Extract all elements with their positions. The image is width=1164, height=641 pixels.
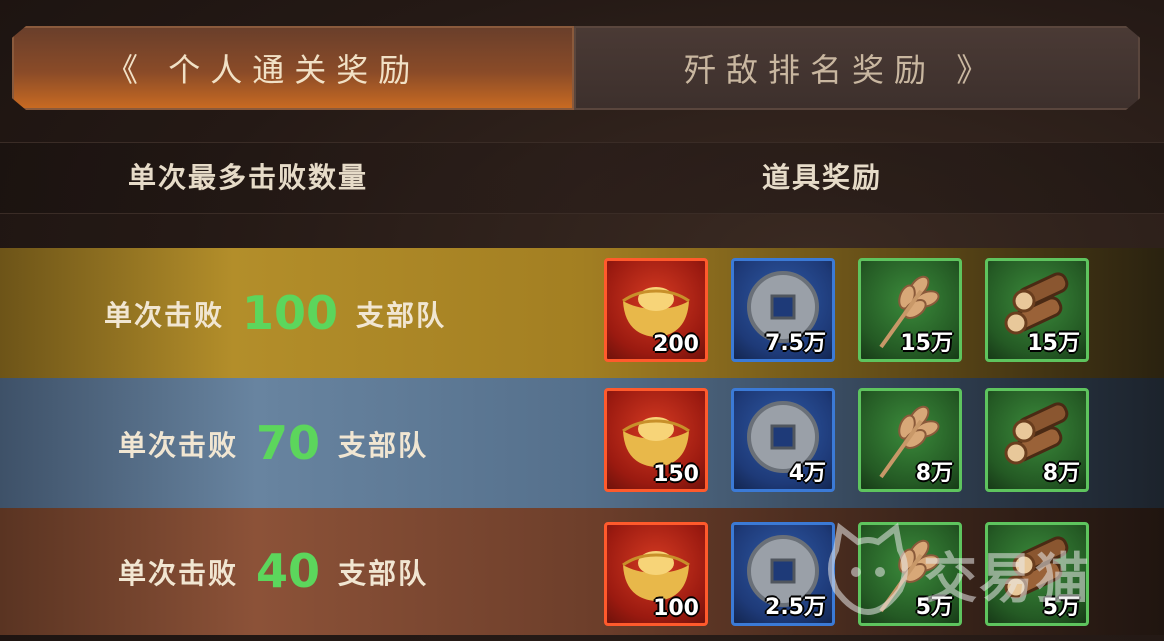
row-label: 单次击败 40 支部队	[118, 544, 429, 598]
reward-quantity: 8万	[915, 461, 953, 486]
reward-tabs: 《 个人通关奖励 歼敌排名奖励 》	[12, 26, 1140, 110]
reward-item[interactable]: 100	[604, 522, 708, 626]
reward-quantity: 15万	[1027, 331, 1080, 356]
kill-count: 40	[256, 544, 321, 598]
watermark: 交易猫	[818, 516, 1148, 626]
tab-personal-clear-rewards[interactable]: 《 个人通关奖励	[12, 26, 574, 110]
kill-count: 100	[242, 286, 339, 340]
reward-quantity: 8万	[1042, 461, 1080, 486]
reward-quantity: 7.5万	[765, 331, 826, 356]
tab-label: 歼敌排名奖励	[684, 51, 937, 89]
reward-item[interactable]: 15万	[985, 258, 1089, 362]
reward-item[interactable]: 7.5万	[731, 258, 835, 362]
table-header: 单次最多击败数量 道具奖励	[0, 142, 1164, 214]
watermark-text: 交易猫	[923, 547, 1091, 610]
reward-quantity: 100	[653, 596, 699, 621]
reward-row: 单次击败 70 支部队 150 4万 8万 8万	[0, 378, 1164, 508]
reward-row: 单次击败 100 支部队 200 7.5万 15万 15万	[0, 248, 1164, 378]
double-chevron-left-icon: 《	[106, 51, 149, 89]
cat-logo-icon	[828, 522, 908, 616]
header-item-rewards: 道具奖励	[762, 161, 883, 194]
row-label: 单次击败 70 支部队	[118, 416, 429, 470]
double-chevron-right-icon: 》	[956, 51, 999, 89]
header-max-kills: 单次最多击败数量	[128, 161, 369, 194]
reward-item[interactable]: 15万	[858, 258, 962, 362]
row-label: 单次击败 100 支部队	[104, 286, 447, 340]
reward-item[interactable]: 8万	[985, 388, 1089, 492]
reward-quantity: 2.5万	[765, 595, 826, 620]
reward-item[interactable]: 4万	[731, 388, 835, 492]
tab-kill-ranking-rewards[interactable]: 歼敌排名奖励 》	[574, 26, 1140, 110]
reward-quantity: 150	[653, 462, 699, 487]
reward-quantity: 4万	[788, 461, 826, 486]
tab-label: 个人通关奖励	[168, 51, 421, 89]
reward-item[interactable]: 200	[604, 258, 708, 362]
reward-quantity: 15万	[900, 331, 953, 356]
reward-item[interactable]: 150	[604, 388, 708, 492]
reward-quantity: 200	[653, 332, 699, 357]
kill-count: 70	[256, 416, 321, 470]
reward-item[interactable]: 8万	[858, 388, 962, 492]
